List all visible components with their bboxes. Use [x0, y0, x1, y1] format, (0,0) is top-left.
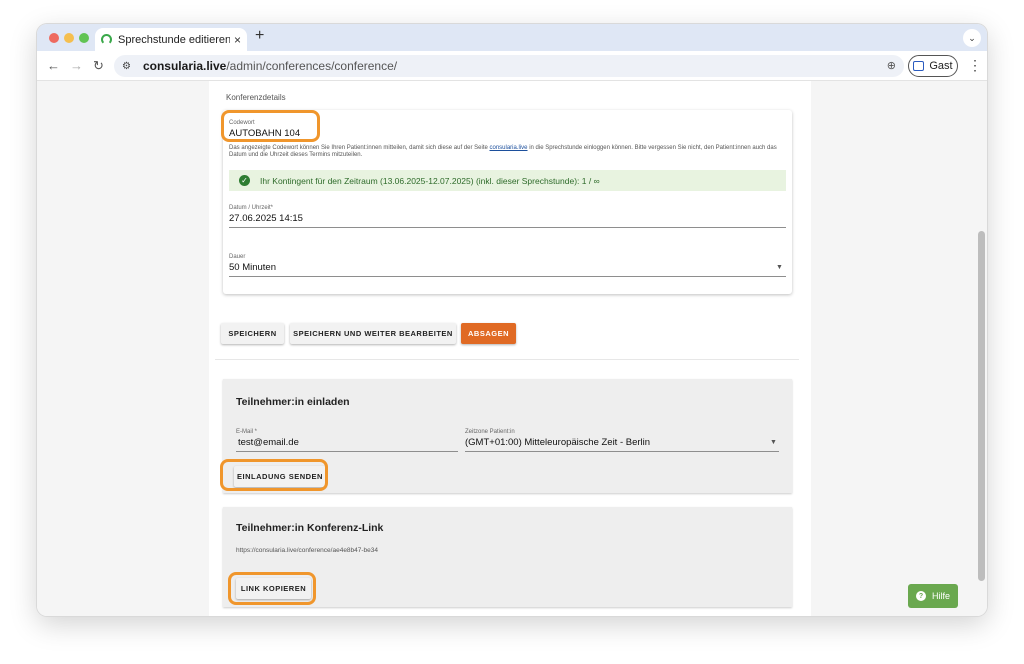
- save-button[interactable]: SPEICHERN: [221, 323, 284, 344]
- email-label: E-Mail *: [236, 429, 258, 435]
- send-invitation-highlight: [220, 459, 328, 491]
- page-scrollbar[interactable]: [978, 231, 985, 581]
- hint-link[interactable]: consularia.live: [490, 145, 528, 151]
- back-arrow-icon[interactable]: ←: [47, 58, 60, 73]
- profile-icon: [913, 61, 925, 71]
- quota-banner: ✓ Ihr Kontingent für den Zeitraum (13.06…: [229, 170, 786, 191]
- hint-text-start: Das angezeigte Codewort können Sie Ihren…: [229, 145, 490, 151]
- duration-underline: [229, 276, 786, 277]
- date-underline: [229, 227, 786, 228]
- section-title: Konferenzdetails: [226, 93, 286, 102]
- window-close-button[interactable]: [49, 33, 59, 43]
- browser-toolbar: ← → ↻ ⚙ consularia.live /admin/conferenc…: [37, 51, 987, 81]
- browser-window: Sprechstunde editieren × + ⌄ ← → ↻ ⚙ con…: [37, 24, 987, 616]
- window-maximize-button[interactable]: [79, 33, 89, 43]
- tab-close-icon[interactable]: ×: [234, 33, 241, 47]
- window-minimize-button[interactable]: [64, 33, 74, 43]
- page-content: Konferenzdetails Codewort AUTOBAHN 104 D…: [209, 81, 811, 616]
- date-input[interactable]: 27.06.2025 14:15: [229, 213, 303, 224]
- code-highlight: [221, 110, 320, 142]
- duration-select[interactable]: 50 Minuten: [229, 262, 276, 273]
- copy-link-highlight: [228, 572, 316, 605]
- url-host: consularia.live: [142, 59, 227, 73]
- site-settings-icon[interactable]: ⚙: [122, 61, 131, 72]
- address-bar[interactable]: ⚙ consularia.live /admin/conferences/con…: [114, 55, 904, 77]
- conference-link-url: https://consularia.live/conference/ae4e8…: [236, 547, 379, 554]
- reload-icon[interactable]: ↻: [93, 58, 104, 74]
- tab-title: Sprechstunde editieren: [118, 33, 230, 46]
- date-label: Datum / Uhrzeit*: [229, 205, 274, 211]
- timezone-underline: [465, 451, 779, 452]
- help-label: Hilfe: [931, 591, 950, 601]
- save-continue-button[interactable]: SPEICHERN UND WEITER BEARBEITEN: [290, 323, 456, 344]
- chevron-down-icon[interactable]: ▼: [770, 439, 777, 446]
- chevron-down-icon[interactable]: ▼: [776, 264, 783, 271]
- profile-label: Gast: [929, 60, 953, 72]
- browser-tab[interactable]: Sprechstunde editieren ×: [95, 28, 247, 51]
- quota-text: Ihr Kontingent für den Zeitraum (13.06.2…: [260, 175, 600, 186]
- browser-menu-icon[interactable]: ⋮: [968, 57, 982, 74]
- invite-heading: Teilnehmer:in einladen: [236, 396, 350, 408]
- cancel-conference-button[interactable]: ABSAGEN: [461, 323, 516, 344]
- profile-button[interactable]: Gast: [908, 55, 958, 77]
- check-circle-icon: ✓: [239, 175, 250, 186]
- duration-label: Dauer: [229, 254, 246, 260]
- question-icon: ?: [915, 591, 926, 601]
- tab-bar: Sprechstunde editieren × + ⌄: [37, 24, 987, 51]
- url-path: /admin/conferences/conference/: [226, 59, 398, 73]
- code-hint: Das angezeigte Codewort können Sie Ihren…: [229, 145, 786, 159]
- tab-search-button[interactable]: ⌄: [963, 29, 981, 47]
- timezone-label: Zeitzone Patient:in: [465, 429, 515, 435]
- zoom-icon[interactable]: ⊕: [887, 59, 896, 72]
- forward-arrow-icon[interactable]: →: [70, 58, 83, 73]
- link-heading: Teilnehmer:in Konferenz-Link: [236, 522, 384, 534]
- help-button[interactable]: ? Hilfe: [908, 584, 958, 608]
- email-input[interactable]: test@email.de: [238, 437, 299, 448]
- page-viewport: Konferenzdetails Codewort AUTOBAHN 104 D…: [37, 81, 987, 616]
- favicon-icon: [101, 34, 112, 45]
- email-underline: [236, 451, 458, 452]
- new-tab-button[interactable]: +: [255, 27, 264, 45]
- section-divider: [215, 359, 799, 360]
- timezone-select[interactable]: (GMT+01:00) Mitteleuropäische Zeit - Ber…: [465, 437, 650, 448]
